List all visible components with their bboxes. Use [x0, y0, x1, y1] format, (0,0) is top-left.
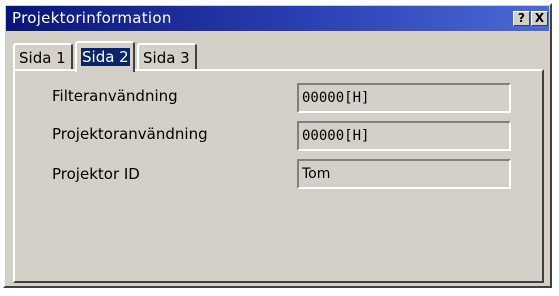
projector-usage-label: Projektoranvändning	[52, 125, 208, 143]
tab-panel: Filteranvändning 00000[H] Projektoranvän…	[13, 69, 544, 283]
title-bar[interactable]: Projektorinformation ? X	[6, 6, 549, 31]
window-title: Projektorinformation	[12, 9, 172, 27]
tab-label: Sida 3	[143, 49, 190, 67]
projector-id-label: Projektor ID	[52, 165, 140, 183]
tab-label: Sida 2	[81, 48, 130, 66]
tab-sida-1[interactable]: Sida 1	[13, 43, 73, 70]
projector-info-dialog: Projektorinformation ? X Sida 1 Sida 2 S…	[3, 3, 552, 288]
tab-label: Sida 1	[19, 49, 66, 67]
close-button[interactable]: X	[531, 11, 548, 26]
projector-id-field: Tom	[297, 159, 511, 189]
projector-usage-field: 00000[H]	[297, 121, 511, 151]
tab-sida-3[interactable]: Sida 3	[137, 43, 197, 70]
filter-usage-label: Filteranvändning	[52, 87, 178, 105]
help-button[interactable]: ?	[513, 11, 530, 26]
tab-sida-2[interactable]: Sida 2	[75, 41, 135, 72]
filter-usage-field: 00000[H]	[297, 83, 511, 113]
